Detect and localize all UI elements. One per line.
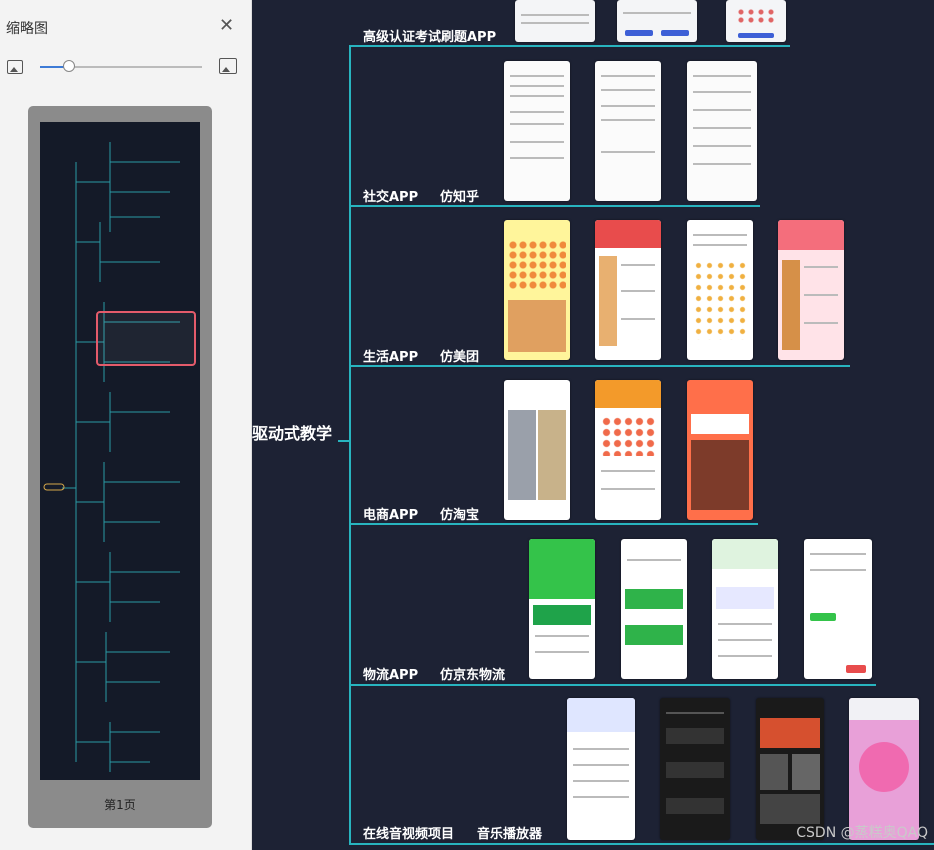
- page-thumbnail[interactable]: 第1页: [28, 106, 212, 828]
- app-screenshot: [504, 380, 570, 520]
- branch-subtopic[interactable]: 音乐播放器: [477, 823, 542, 842]
- app-screenshot: [595, 380, 661, 520]
- panel-title: 缩略图: [6, 21, 48, 37]
- branch-subtopic[interactable]: 仿美团: [440, 346, 479, 365]
- mindmap-canvas[interactable]: 驱动式教学 高级认证考试刷题APP 社交APP 仿知乎 生活APP 仿美团 电商…: [252, 0, 934, 850]
- branch-category[interactable]: 物流APP: [363, 664, 418, 683]
- branch-line: [350, 843, 934, 845]
- app-screenshot: [687, 220, 753, 360]
- app-screenshot: [567, 698, 635, 840]
- branch-category[interactable]: 生活APP: [363, 346, 418, 365]
- branch-line: [350, 45, 790, 47]
- app-screenshot: [595, 61, 661, 201]
- app-screenshot: [595, 220, 661, 360]
- app-screenshot: [804, 539, 872, 679]
- thumbnail-mindmap: [40, 122, 200, 780]
- branch-subtopic[interactable]: 仿京东物流: [440, 664, 505, 683]
- watermark: CSDN @蒸糕奥QAQ: [796, 825, 928, 841]
- app-screenshot: [756, 698, 824, 840]
- branch-line: [350, 205, 760, 207]
- thumbnail-map-lines: [43, 142, 180, 772]
- app-screenshot: [660, 698, 730, 840]
- app-screenshot: [687, 61, 757, 201]
- branch-line: [350, 523, 758, 525]
- branch-category[interactable]: 高级认证考试刷题APP: [363, 26, 496, 45]
- app-screenshot: [687, 380, 753, 520]
- app-screenshot: [504, 61, 570, 201]
- app-screenshot: [778, 220, 844, 360]
- app-screenshot: [529, 539, 595, 679]
- branch-category[interactable]: 社交APP: [363, 186, 418, 205]
- zoom-in-image-icon[interactable]: [219, 58, 237, 74]
- app-screenshot: [621, 539, 687, 679]
- central-topic[interactable]: 驱动式教学: [252, 420, 332, 444]
- zoom-slider[interactable]: [40, 60, 202, 72]
- branch-category[interactable]: 在线音视频项目: [363, 823, 454, 842]
- close-icon[interactable]: ✕: [219, 17, 234, 35]
- branch-category[interactable]: 电商APP: [363, 504, 418, 523]
- app-screenshot: [504, 220, 570, 360]
- zoom-slider-handle[interactable]: [63, 60, 75, 72]
- branch-subtopic[interactable]: 仿知乎: [440, 186, 479, 205]
- trunk-line: [349, 45, 351, 845]
- app-screenshot: [712, 539, 778, 679]
- branch-line: [350, 365, 850, 367]
- app-screenshot: [617, 0, 697, 42]
- viewport-indicator[interactable]: [96, 311, 196, 366]
- app-screenshot: [515, 0, 595, 42]
- zoom-control: [6, 58, 238, 78]
- zoom-out-image-icon[interactable]: [7, 60, 23, 74]
- branch-line: [350, 684, 876, 686]
- thumbnail-panel: 缩略图 ✕ 第1页: [0, 0, 252, 850]
- page-label: 第1页: [104, 798, 136, 812]
- app-screenshot: [726, 0, 786, 42]
- app-screenshot: [849, 698, 919, 840]
- branch-subtopic[interactable]: 仿淘宝: [440, 504, 479, 523]
